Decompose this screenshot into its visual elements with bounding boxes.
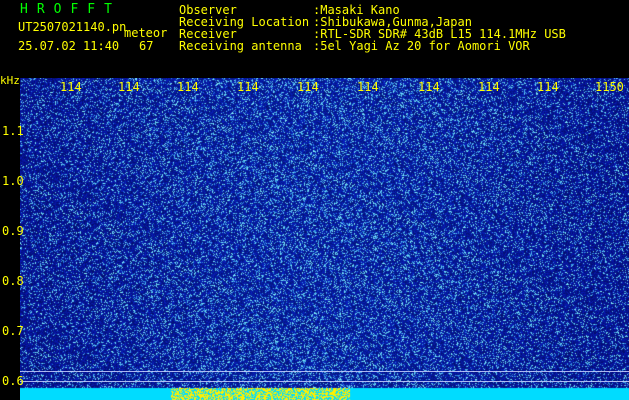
y-tick-label: 1.0 <box>2 174 24 188</box>
antenna-value: :5el Yagi Az 20 for Aomori VOR <box>313 39 530 53</box>
x-tick-label: 114 <box>537 80 559 94</box>
app-title: HROFFT <box>20 2 121 17</box>
antenna-label: Receiving antenna <box>179 39 302 53</box>
x-tick-label: 114 <box>60 80 82 94</box>
x-tick-label: 114 <box>118 80 140 94</box>
datetime-label: 25.07.02 11:40 <box>18 39 120 53</box>
y-tick-label: 0.8 <box>2 274 24 288</box>
x-tick-label: 1150 <box>595 80 624 94</box>
x-tick-label: 114 <box>237 80 259 94</box>
spectrogram-canvas <box>20 78 629 400</box>
x-tick-label: 114 <box>357 80 379 94</box>
filename-label: UT2507021140.pn <box>18 20 127 34</box>
y-tick-label: 0.7 <box>2 324 24 338</box>
y-tick-label: 1.1 <box>2 124 24 138</box>
x-tick-label: 114 <box>418 80 440 94</box>
marker-line-upper <box>20 371 629 372</box>
spectrogram <box>20 78 629 400</box>
axis-unit-label: kHz <box>0 74 20 87</box>
x-tick-label: 114 <box>177 80 199 94</box>
x-tick-label: 114 <box>478 80 500 94</box>
meteor-label: meteor <box>124 26 168 40</box>
x-tick-label: 114 <box>297 80 319 94</box>
marker-line-lower <box>20 381 629 382</box>
y-tick-label: 0.6 <box>2 374 24 388</box>
meteor-count: 67 <box>139 39 154 53</box>
y-tick-label: 0.9 <box>2 224 24 238</box>
